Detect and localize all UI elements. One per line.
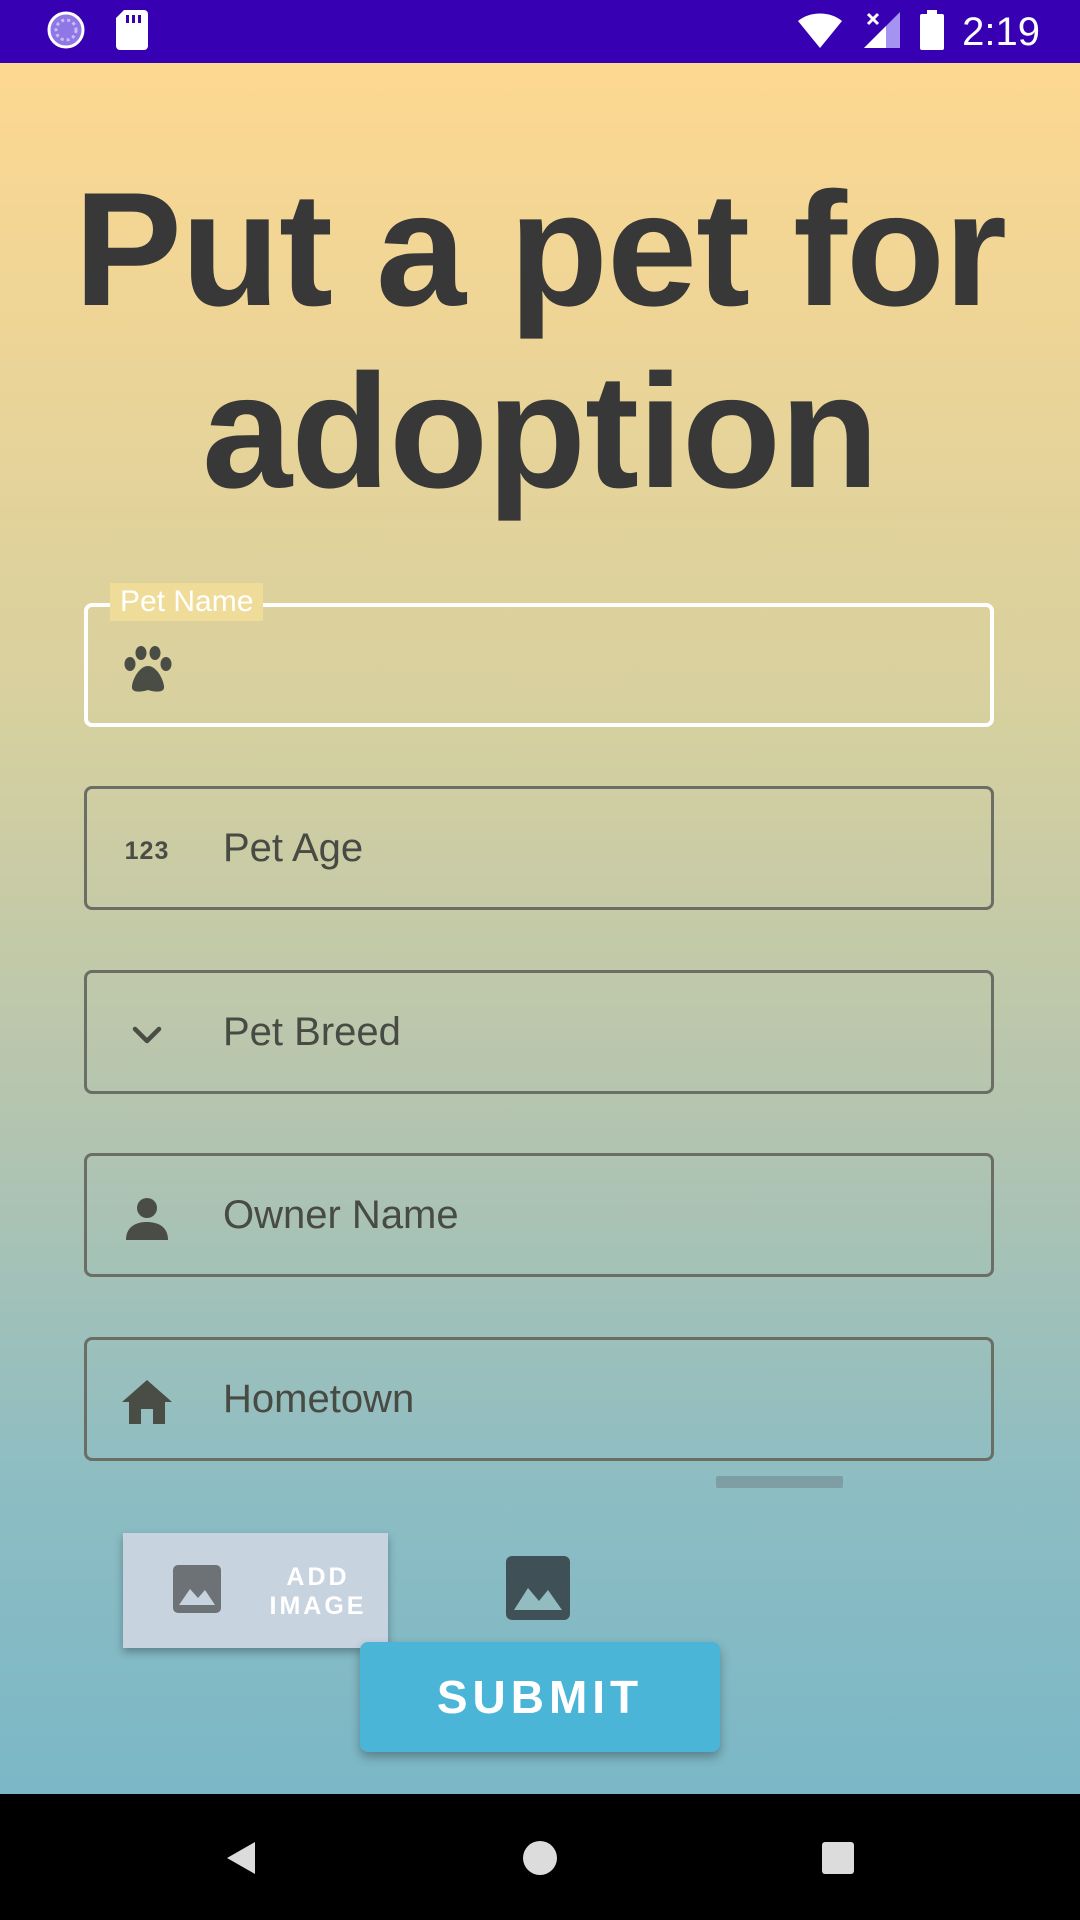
chevron-down-icon[interactable] <box>119 1007 175 1063</box>
signal-icon <box>862 10 902 55</box>
sd-card-icon <box>116 10 148 55</box>
home-circle-icon[interactable] <box>512 1830 568 1886</box>
scroll-indicator <box>716 1476 843 1488</box>
numeric-icon: 123 <box>119 823 175 879</box>
recents-icon[interactable] <box>810 1830 866 1886</box>
page-title: Put a pet for adoption <box>73 159 1007 522</box>
hometown-field[interactable]: Hometown <box>84 1337 994 1461</box>
add-image-label: ADD IMAGE <box>269 1563 367 1620</box>
numeric-icon-text: 123 <box>124 836 170 865</box>
add-image-button[interactable]: ADD IMAGE <box>123 1533 388 1648</box>
hometown-placeholder: Hometown <box>223 1377 415 1421</box>
back-icon[interactable] <box>213 1830 269 1886</box>
person-icon <box>119 1190 175 1246</box>
sync-icon <box>46 10 86 55</box>
status-left-icons <box>46 10 148 55</box>
image-icon <box>173 1565 221 1618</box>
status-time: 2:19 <box>962 10 1040 54</box>
owner-name-placeholder: Owner Name <box>223 1193 459 1237</box>
pet-age-field[interactable]: 123 Pet Age <box>84 786 994 910</box>
owner-name-field[interactable]: Owner Name <box>84 1153 994 1277</box>
wifi-icon <box>796 10 844 55</box>
home-icon <box>119 1374 175 1430</box>
battery-icon <box>920 9 945 55</box>
pet-breed-dropdown[interactable]: Pet Breed <box>84 970 994 1094</box>
pet-breed-placeholder: Pet Breed <box>223 1010 401 1054</box>
pet-name-field[interactable]: Pet Name <box>84 583 994 727</box>
pet-name-input[interactable] <box>218 637 962 699</box>
submit-button[interactable]: SUBMIT <box>360 1642 720 1752</box>
adoption-form-screen: Put a pet for adoption Pet Name 123 Pet … <box>0 63 1080 1794</box>
pet-name-label: Pet Name <box>110 583 264 621</box>
paw-icon <box>120 641 176 697</box>
navigation-bar <box>0 1794 1080 1920</box>
pet-age-placeholder: Pet Age <box>223 826 364 870</box>
status-right-icons: 2:19 <box>796 8 1040 56</box>
status-bar: 2:19 <box>0 0 1080 63</box>
pet-image-preview-icon <box>506 1556 570 1620</box>
